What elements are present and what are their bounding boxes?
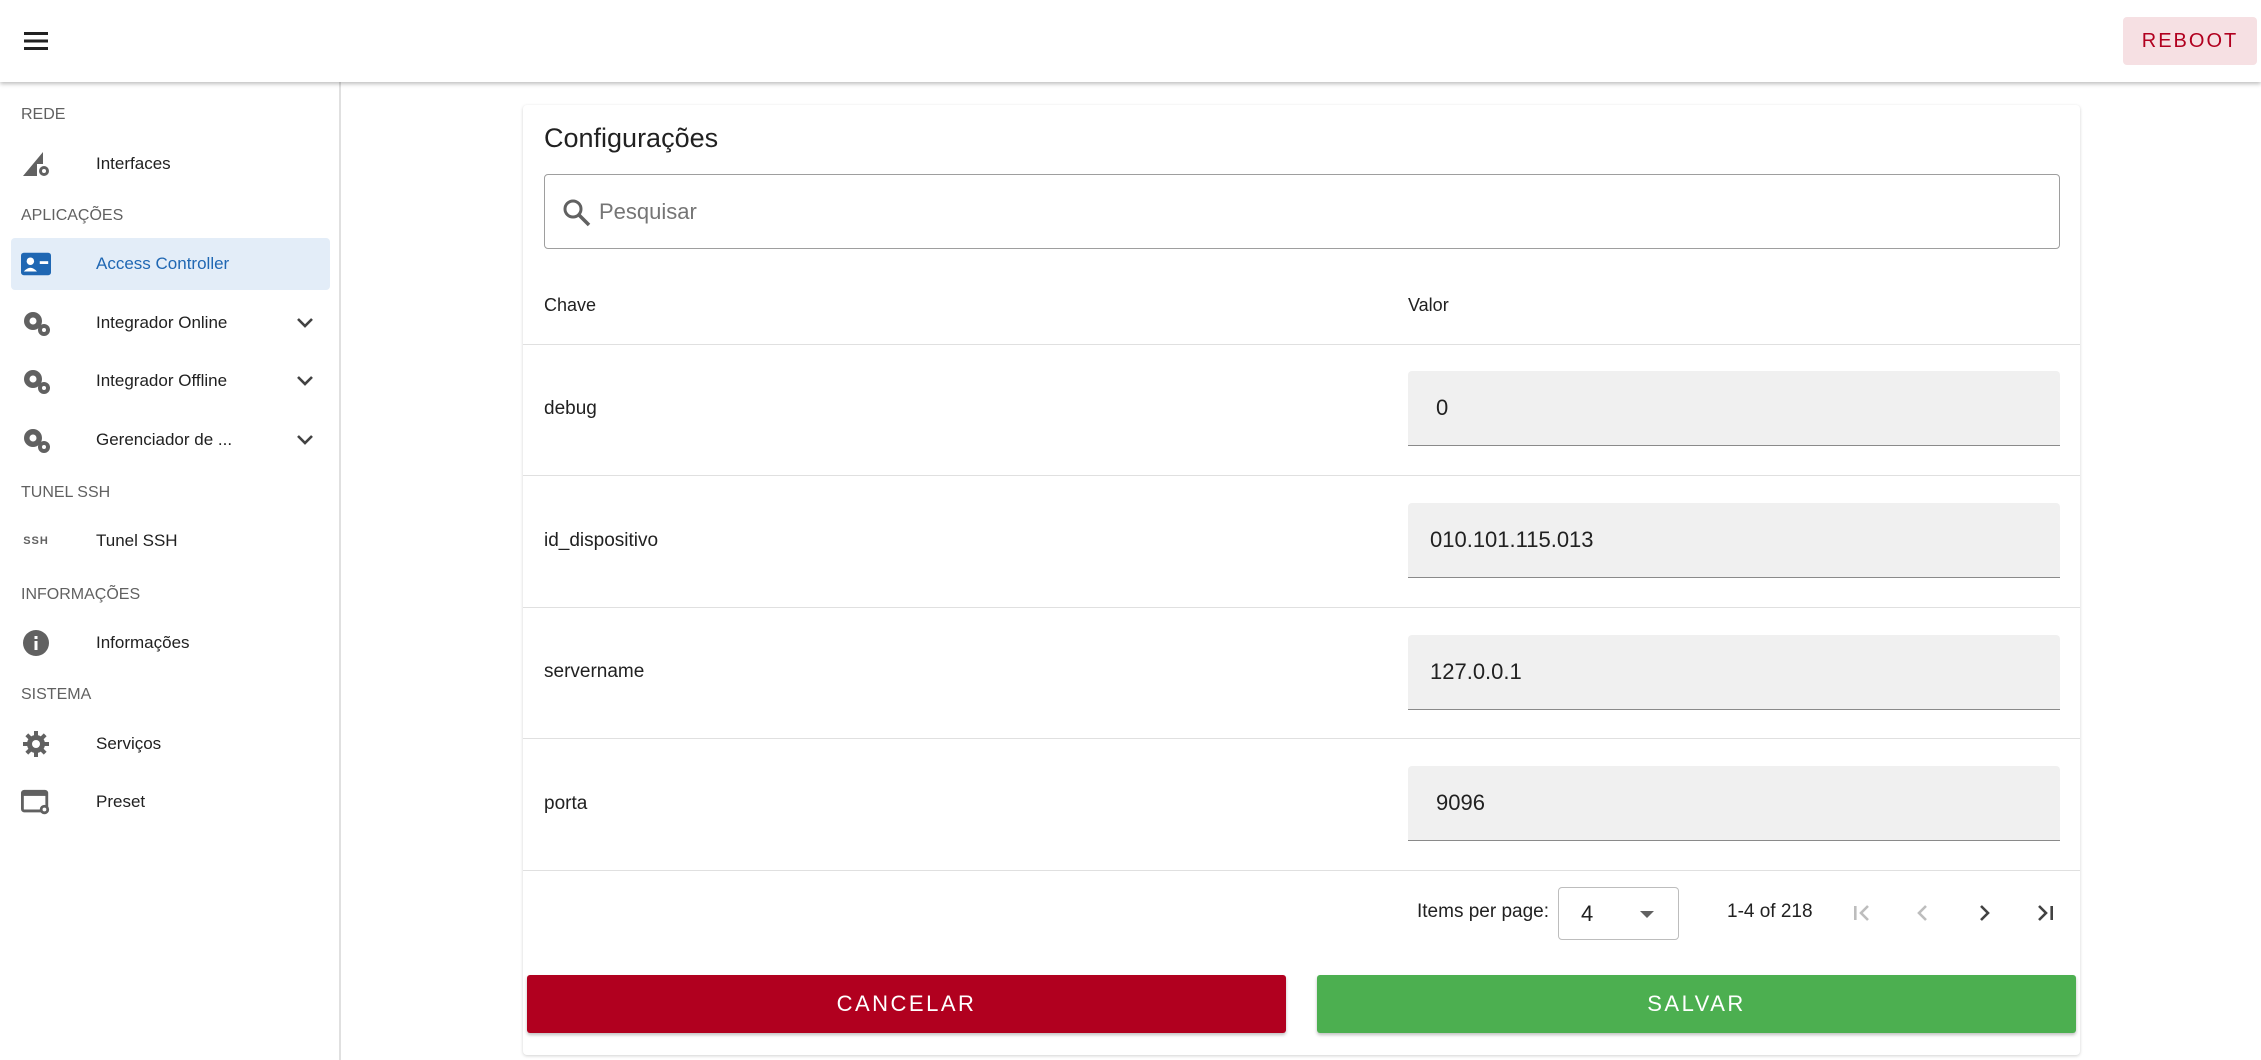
items-per-page-value: 4 — [1581, 901, 1594, 926]
top-app-bar: REBOOT — [0, 0, 2261, 82]
first-page-icon[interactable] — [1842, 893, 1882, 933]
items-per-page-label: Items per page: — [1417, 901, 1550, 922]
sidebar-item-informacoes[interactable]: Informações — [11, 617, 330, 669]
table-divider — [523, 870, 2080, 871]
save-button[interactable]: SALVAR — [1317, 975, 2076, 1033]
configuracoes-card: Configurações Chave Valor debug id_dispo… — [523, 105, 2080, 1055]
value-field[interactable] — [1408, 766, 2060, 841]
ssh-icon: SSH — [23, 535, 49, 547]
table-row-key: servername — [544, 661, 645, 682]
sidebar-item-preset[interactable]: Preset — [11, 776, 330, 828]
items-per-page-select[interactable]: 4 — [1558, 887, 1679, 940]
network-settings-icon — [21, 150, 51, 178]
section-label-aplicacoes: APLICAÇÕES — [21, 207, 124, 224]
pagination-range: 1-4 of 218 — [1727, 901, 1813, 922]
section-label-informacoes: INFORMAÇÕES — [21, 586, 141, 603]
info-icon — [21, 629, 51, 657]
table-divider — [523, 344, 2080, 345]
search-input[interactable] — [599, 189, 1999, 235]
gears-icon — [21, 309, 51, 337]
sidebar-item-label: Integrador Online — [96, 313, 228, 332]
sidebar-item-label: Gerenciador de ... — [96, 430, 233, 449]
sidebar-item-servicos[interactable]: Serviços — [11, 718, 330, 770]
section-label-tunel: TUNEL SSH — [21, 484, 111, 501]
search-icon — [561, 197, 593, 229]
gears-icon — [21, 367, 51, 395]
sidebar-item-label: Serviços — [96, 734, 162, 753]
sidebar-item-label: Integrador Offline — [96, 371, 228, 390]
sidebar-item-label: Access Controller — [96, 254, 230, 273]
chevron-down-icon[interactable] — [294, 429, 316, 451]
value-field[interactable] — [1408, 371, 2060, 446]
chevron-down-icon[interactable] — [294, 370, 316, 392]
sidebar-item-integrador-online[interactable]: Integrador Online — [11, 297, 330, 349]
search-field[interactable] — [544, 174, 2060, 249]
section-label-sistema: SISTEMA — [21, 686, 92, 703]
window-settings-icon — [21, 788, 51, 816]
next-page-icon[interactable] — [1964, 893, 2004, 933]
sidebar: REDE Interfaces APLICAÇÕES Access Contro… — [0, 82, 341, 1060]
table-divider — [523, 607, 2080, 608]
section-label-rede: REDE — [21, 106, 66, 123]
table-divider — [523, 475, 2080, 476]
sidebar-item-integrador-offline[interactable]: Integrador Offline — [11, 355, 330, 407]
column-header-value: Valor — [1408, 295, 1449, 315]
badge-card-icon — [21, 250, 51, 278]
table-row-key: id_dispositivo — [544, 530, 659, 551]
sidebar-item-label: Tunel SSH — [96, 531, 178, 550]
sidebar-item-gerenciador[interactable]: Gerenciador de ... — [11, 414, 330, 466]
chevron-down-icon[interactable] — [294, 312, 316, 334]
gears-icon — [21, 426, 51, 454]
sidebar-item-access-controller[interactable]: Access Controller — [11, 238, 330, 290]
value-input[interactable] — [1436, 786, 2036, 820]
value-input[interactable] — [1430, 523, 2030, 557]
value-input[interactable] — [1430, 655, 2030, 689]
previous-page-icon[interactable] — [1903, 893, 1943, 933]
sidebar-item-label: Interfaces — [96, 154, 171, 173]
sidebar-item-label: Informações — [96, 633, 190, 652]
hamburger-menu-icon[interactable] — [16, 21, 56, 61]
table-row-key: porta — [544, 793, 588, 814]
gear-icon — [21, 730, 51, 758]
sidebar-item-tunel-ssh[interactable]: SSH Tunel SSH — [11, 515, 330, 567]
reboot-button[interactable]: REBOOT — [2123, 17, 2257, 65]
cancel-button[interactable]: CANCELAR — [527, 975, 1286, 1033]
last-page-icon[interactable] — [2025, 893, 2065, 933]
value-field[interactable] — [1408, 503, 2060, 578]
value-field[interactable] — [1408, 635, 2060, 710]
sidebar-item-label: Preset — [96, 792, 146, 811]
sidebar-item-interfaces[interactable]: Interfaces — [11, 138, 330, 190]
column-header-key: Chave — [544, 295, 597, 315]
value-input[interactable] — [1436, 391, 2036, 425]
table-row-key: debug — [544, 398, 597, 419]
page-title: Configurações — [544, 123, 719, 153]
dropdown-arrow-icon — [1640, 911, 1654, 918]
table-divider — [523, 738, 2080, 739]
